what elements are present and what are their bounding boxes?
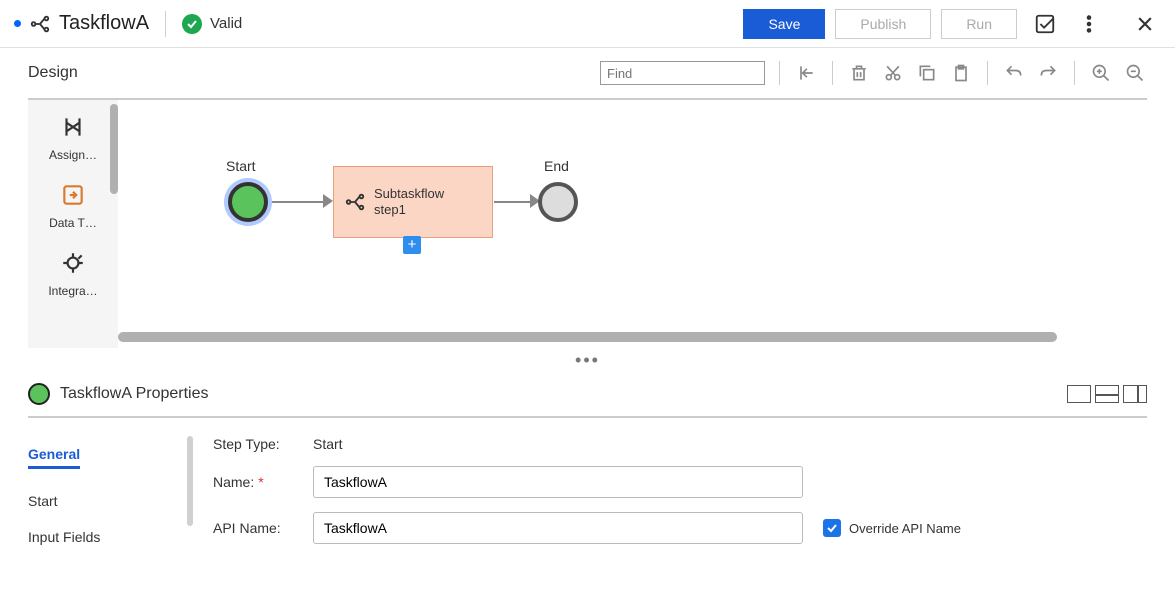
row-name: Name:*	[213, 466, 1147, 498]
publish-button[interactable]: Publish	[835, 9, 931, 39]
delete-icon[interactable]	[847, 61, 871, 85]
workflow-canvas[interactable]: Start End Subtaskflow step1 +	[118, 100, 1147, 348]
tab-input-fields[interactable]: Input Fields	[28, 519, 193, 555]
label-step-type: Step Type:	[213, 436, 313, 452]
start-label: Start	[226, 158, 256, 174]
override-api-name[interactable]: Override API Name	[823, 519, 961, 537]
sub-step-line2: step1	[374, 202, 444, 218]
toolbar-separator	[1074, 61, 1075, 85]
palette-scrollbar[interactable]	[110, 104, 118, 194]
palette-assignment[interactable]: Assign…	[28, 100, 118, 168]
toolbar-separator	[832, 61, 833, 85]
toolbar-separator	[779, 61, 780, 85]
layout-toggle	[1067, 385, 1147, 403]
checkmark-icon	[182, 14, 202, 34]
add-step-icon[interactable]: +	[403, 236, 421, 254]
row-api-name: API Name: Override API Name	[213, 512, 1147, 544]
assignment-icon	[58, 112, 88, 142]
design-toolbar	[600, 61, 1147, 85]
save-button[interactable]: Save	[743, 9, 825, 39]
redo-icon[interactable]	[1036, 61, 1060, 85]
properties-body: General Start Input Fields Step Type: St…	[28, 418, 1147, 558]
zoom-out-icon[interactable]	[1123, 61, 1147, 85]
subtaskflow-step-node[interactable]: Subtaskflow step1	[333, 166, 493, 238]
palette-label: Integra…	[34, 284, 112, 298]
unsaved-dot-icon	[14, 20, 21, 27]
properties-title: TaskflowA Properties	[60, 385, 209, 403]
close-icon[interactable]	[1129, 8, 1161, 40]
start-node[interactable]	[228, 182, 268, 222]
palette-label: Data T…	[34, 216, 112, 230]
tab-general[interactable]: General	[28, 436, 80, 469]
palette-integration[interactable]: Integra…	[28, 236, 118, 304]
design-area: Design	[0, 48, 1175, 348]
toolbar-separator	[987, 61, 988, 85]
find-input[interactable]	[600, 61, 765, 85]
status-text: Valid	[210, 15, 242, 32]
divider	[165, 11, 166, 37]
palette-label: Assign…	[34, 148, 112, 162]
top-bar: TaskflowA Valid Save Publish Run	[0, 0, 1175, 48]
sub-step-line1: Subtaskflow	[374, 186, 444, 202]
override-label: Override API Name	[849, 521, 961, 536]
integration-icon	[58, 248, 88, 278]
start-node-icon	[28, 383, 50, 405]
more-menu-icon[interactable]	[1073, 8, 1105, 40]
properties-header: TaskflowA Properties	[28, 372, 1147, 418]
tabs-scrollbar[interactable]	[187, 436, 193, 526]
data-task-icon	[58, 180, 88, 210]
page-title: TaskflowA	[59, 12, 149, 35]
edge	[494, 201, 534, 203]
properties-tabs: General Start Input Fields	[28, 436, 193, 558]
end-node[interactable]	[538, 182, 578, 222]
collapse-start-icon[interactable]	[794, 61, 818, 85]
value-step-type: Start	[313, 436, 343, 452]
design-header: Design	[28, 48, 1147, 100]
design-label: Design	[28, 64, 78, 82]
step-palette: Assign… Data T… Integra…	[28, 100, 118, 348]
splitter-handle[interactable]: •••	[0, 348, 1175, 372]
run-button[interactable]: Run	[941, 9, 1017, 39]
zoom-in-icon[interactable]	[1089, 61, 1113, 85]
taskflow-icon	[344, 191, 366, 213]
canvas-row: Assign… Data T… Integra… Start End	[28, 100, 1147, 348]
edge	[272, 201, 327, 203]
end-label: End	[544, 158, 569, 174]
label-name: Name:*	[213, 474, 313, 490]
row-step-type: Step Type: Start	[213, 436, 1147, 452]
sub-step-text: Subtaskflow step1	[374, 186, 444, 217]
arrowhead-icon	[323, 194, 333, 208]
paste-icon[interactable]	[949, 61, 973, 85]
properties-form: Step Type: Start Name:* API Name: Overri…	[193, 436, 1147, 558]
layout-split-vertical-icon[interactable]	[1123, 385, 1147, 403]
undo-icon[interactable]	[1002, 61, 1026, 85]
properties-panel: TaskflowA Properties General Start Input…	[0, 372, 1175, 558]
override-checkbox[interactable]	[823, 519, 841, 537]
status-badge: Valid	[182, 14, 242, 34]
canvas-h-scrollbar[interactable]	[118, 332, 1057, 342]
label-api-name: API Name:	[213, 520, 313, 536]
tab-start[interactable]: Start	[28, 483, 193, 519]
validate-icon[interactable]	[1029, 8, 1061, 40]
taskflow-icon	[29, 13, 51, 35]
layout-split-horizontal-icon[interactable]	[1095, 385, 1119, 403]
copy-icon[interactable]	[915, 61, 939, 85]
api-name-field[interactable]	[313, 512, 803, 544]
layout-single-icon[interactable]	[1067, 385, 1091, 403]
name-field[interactable]	[313, 466, 803, 498]
cut-icon[interactable]	[881, 61, 905, 85]
palette-data-task[interactable]: Data T…	[28, 168, 118, 236]
